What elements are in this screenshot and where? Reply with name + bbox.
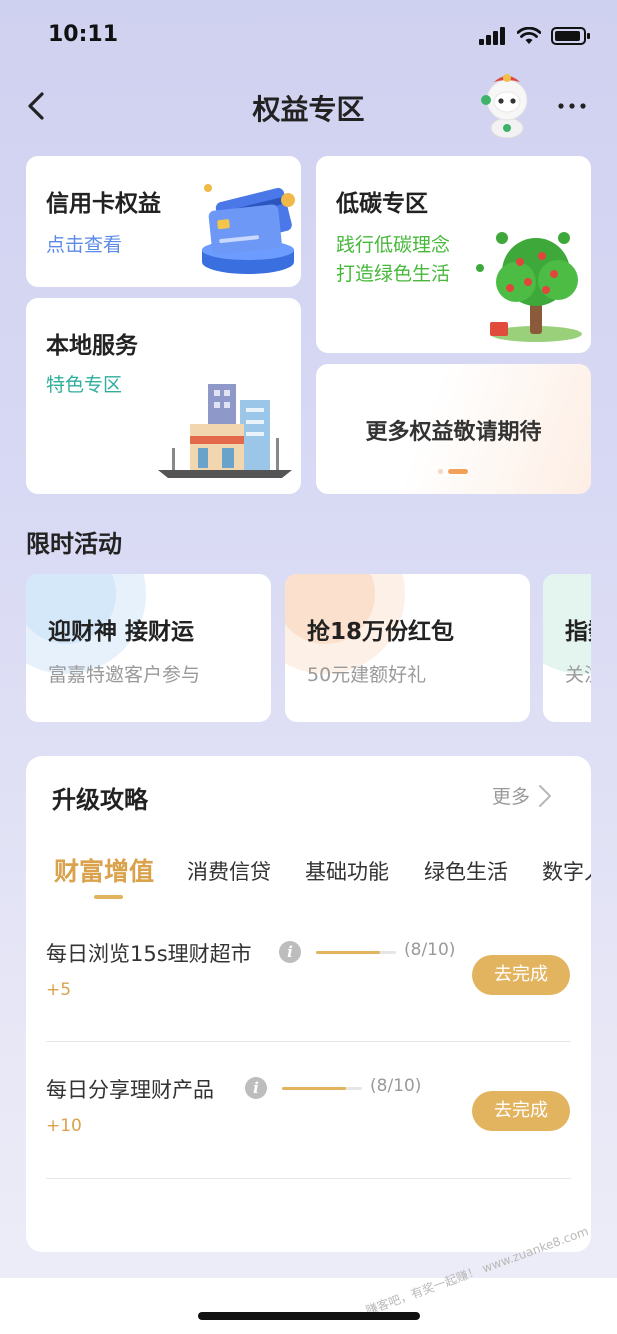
tab-active-underline (94, 895, 123, 899)
credit-card-benefits-card[interactable]: 信用卡权益 点击查看 (26, 156, 301, 287)
task-progress-bar (316, 951, 396, 954)
credit-card-title: 信用卡权益 (46, 191, 161, 217)
task-name: 每日分享理财产品 (46, 1078, 214, 1102)
divider (46, 1041, 571, 1042)
low-carbon-line1: 践行低碳理念 (336, 234, 451, 256)
category-tabs: 财富增值 消费信贷 基础功能 绿色生活 数字人 (26, 756, 591, 906)
go-complete-button[interactable]: 去完成 (472, 1091, 570, 1131)
divider (46, 1178, 571, 1179)
task-points: +10 (46, 1116, 82, 1136)
activity-title: 迎财神 接财运 (48, 619, 195, 645)
battery-icon (551, 27, 590, 45)
activity-card[interactable]: 抢18万份红包 50元建额好礼 (285, 574, 530, 722)
task-progress-bar (282, 1087, 362, 1090)
task-name: 每日浏览15s理财超市 (46, 942, 252, 966)
more-benefits-title: 更多权益敬请期待 (365, 420, 542, 445)
upgrade-strategy-panel: 升级攻略 更多 财富增值 消费信贷 基础功能 绿色生活 数字人 每日浏览15s理… (26, 756, 591, 1252)
tab-consumer-credit[interactable]: 消费信贷 (187, 856, 271, 886)
carousel-dot (438, 469, 443, 474)
activity-subtitle: 富嘉特邀客户参与 (48, 664, 201, 686)
wifi-icon (517, 27, 541, 44)
activity-card[interactable]: 迎财神 接财运 富嘉特邀客户参与 (26, 574, 271, 722)
credit-card-illustration-icon (202, 184, 295, 274)
limited-activities-heading: 限时活动 (26, 530, 122, 558)
local-service-card[interactable]: 本地服务 特色专区 (26, 298, 301, 494)
tab-basic-functions[interactable]: 基础功能 (305, 856, 389, 886)
task-progress-fill (282, 1087, 346, 1090)
task-progress-fill (316, 951, 380, 954)
more-options-icon[interactable] (556, 96, 588, 116)
activity-subtitle: 关注 (565, 664, 591, 686)
local-service-title: 本地服务 (46, 333, 138, 359)
activity-title: 指数 (565, 619, 591, 645)
tab-wealth[interactable]: 财富增值 (54, 852, 154, 888)
low-carbon-line2: 打造绿色生活 (336, 263, 451, 285)
status-icons (479, 26, 591, 46)
bottom-safe-area (0, 1278, 617, 1334)
local-service-sub: 特色专区 (46, 374, 123, 396)
home-indicator[interactable] (198, 1312, 420, 1320)
go-complete-button[interactable]: 去完成 (472, 955, 570, 995)
carousel-dot-active (448, 469, 468, 474)
signal-icon (479, 27, 505, 45)
task-progress-text: (8/10) (404, 940, 456, 960)
activity-title: 抢18万份红包 (307, 619, 455, 645)
low-carbon-title: 低碳专区 (336, 191, 428, 217)
task-points: +5 (46, 980, 72, 1000)
more-benefits-card[interactable]: 更多权益敬请期待 (316, 364, 591, 494)
low-carbon-card[interactable]: 低碳专区 践行低碳理念 打造绿色生活 (316, 156, 591, 353)
mascot-avatar-icon[interactable] (476, 70, 538, 138)
activity-carousel[interactable]: 迎财神 接财运 富嘉特邀客户参与 抢18万份红包 50元建额好礼 指数 关注 (26, 574, 591, 722)
activity-card[interactable]: 指数 关注 (543, 574, 591, 722)
tab-digital[interactable]: 数字人 (542, 856, 591, 886)
task-progress-text: (8/10) (370, 1076, 422, 1096)
activity-subtitle: 50元建额好礼 (307, 664, 427, 686)
tab-green-life[interactable]: 绿色生活 (424, 856, 508, 886)
info-icon[interactable]: i (245, 1077, 267, 1099)
buildings-illustration-icon (158, 384, 292, 478)
info-icon[interactable]: i (279, 941, 301, 963)
credit-card-sub: 点击查看 (46, 234, 123, 256)
tree-illustration-icon (476, 232, 582, 342)
status-time: 10:11 (48, 22, 119, 47)
